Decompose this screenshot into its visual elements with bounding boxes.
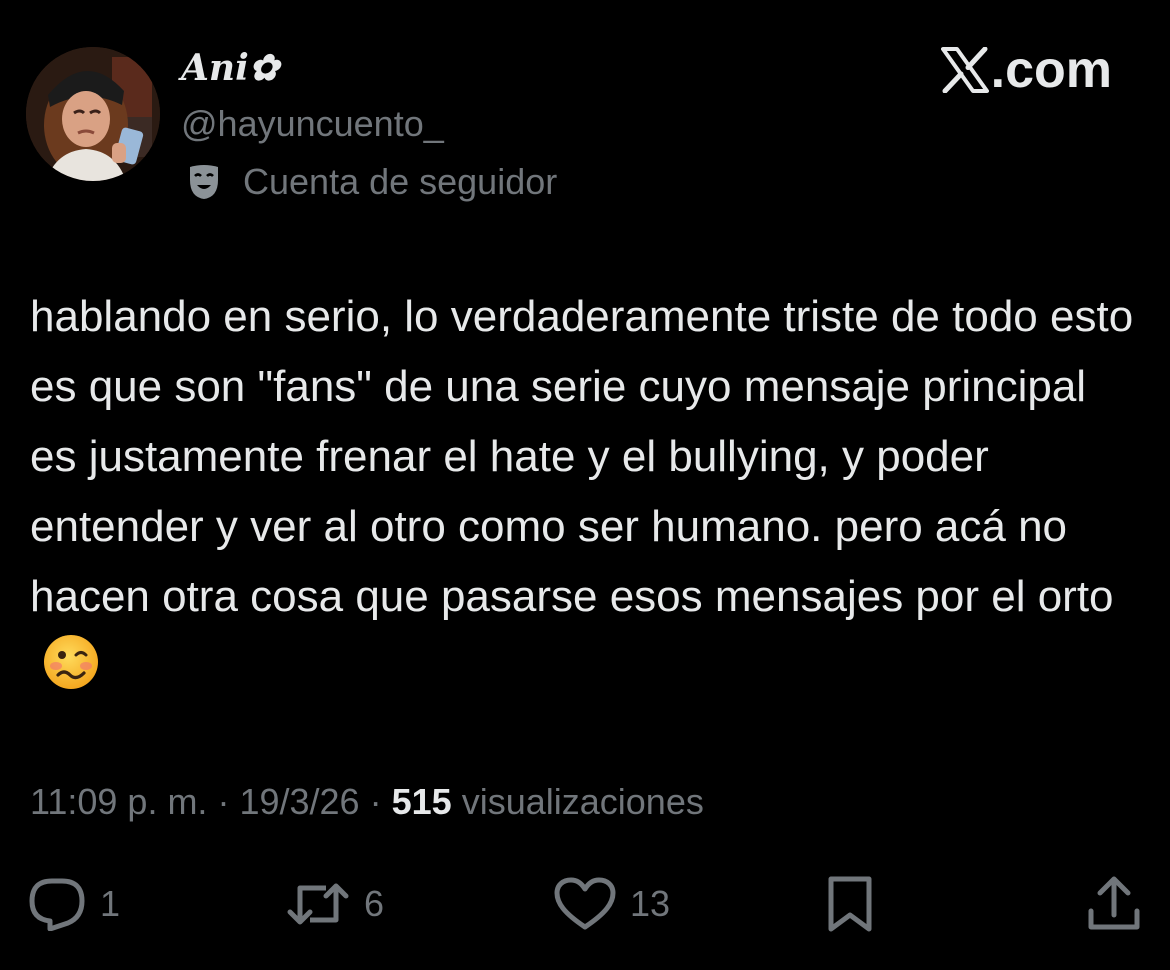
bookmark-button[interactable] [826,872,874,936]
avatar[interactable] [26,47,160,181]
retweet-button[interactable]: 6 [286,872,384,936]
heart-icon [554,877,616,931]
display-name[interactable]: Ani✿ [181,44,279,92]
brand-domain-text: .com [990,41,1112,99]
retweet-count: 6 [364,883,385,924]
tweet-meta: 11:09 p. m. · 19/3/26 · 515 visualizacio… [30,776,704,828]
x-com-watermark: .com [940,41,1112,99]
tweet-time[interactable]: 11:09 p. m. [30,781,207,822]
share-button[interactable] [1086,872,1142,936]
views-count: 515 [391,781,452,822]
x-logo-icon [940,46,989,94]
follower-account-badge: Cuenta de seguidor [187,158,557,206]
follower-account-label: Cuenta de seguidor [243,161,558,202]
meta-separator: · [369,781,382,822]
reply-icon [28,877,86,931]
retweet-icon [286,878,350,930]
tweet-date[interactable]: 19/3/26 [239,781,359,822]
like-button[interactable]: 13 [554,872,670,936]
tweet-text: hablando en serio, lo verdaderamente tri… [30,282,1140,702]
action-bar: 1 6 13 [0,872,1170,936]
bookmark-icon [826,875,874,933]
reply-count: 1 [100,883,121,924]
meta-separator: · [217,781,230,822]
user-handle[interactable]: @hayuncuento_ [181,100,444,148]
share-icon [1086,875,1142,933]
views-label: visualizaciones [461,781,704,822]
reply-button[interactable]: 1 [28,872,120,936]
like-count: 13 [630,883,671,924]
tweet-card: Ani✿ @hayuncuento_ Cuenta de seguidor .c… [0,0,1170,970]
tweet-body: hablando en serio, lo verdaderamente tri… [30,292,1134,621]
woozy-face-emoji [42,633,100,691]
theater-mask-icon [187,164,221,200]
